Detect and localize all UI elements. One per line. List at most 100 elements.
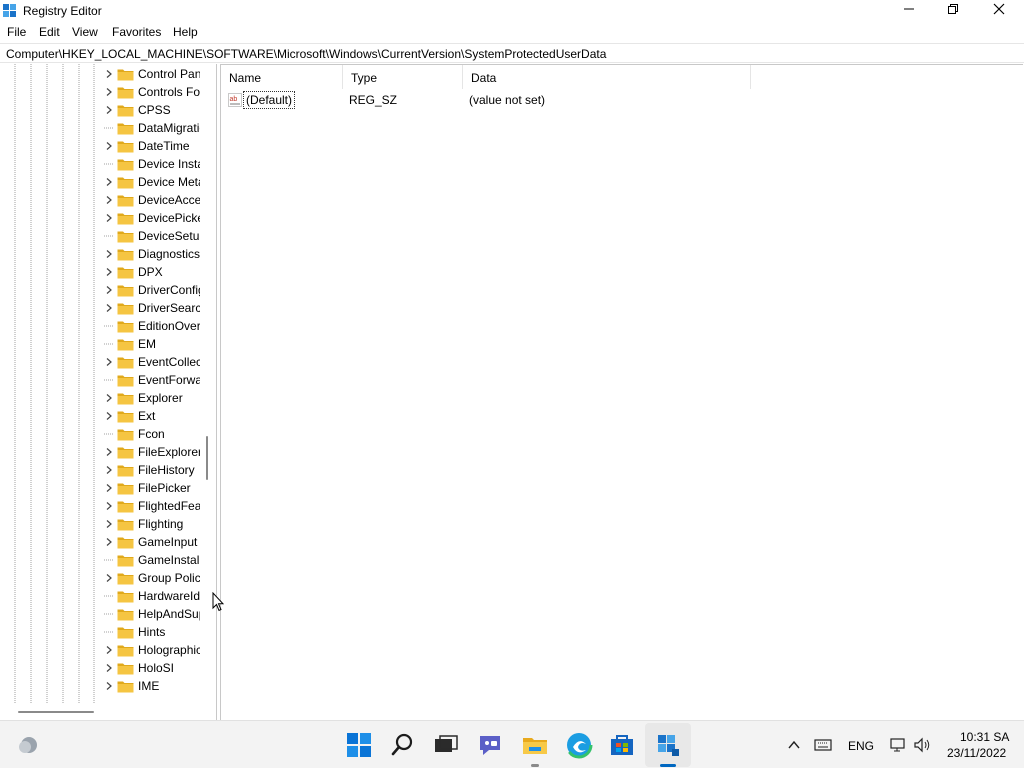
tree-item[interactable]: DriverSearching (0, 299, 200, 317)
tree-item[interactable]: Hints (0, 623, 200, 641)
chevron-right-icon[interactable] (104, 213, 114, 223)
column-header-name[interactable]: Name (221, 65, 343, 89)
tree-item[interactable]: Holographic (0, 641, 200, 659)
chevron-right-icon[interactable] (104, 357, 114, 367)
tree-item[interactable]: HoloSI (0, 659, 200, 677)
task-view-icon[interactable] (432, 731, 460, 759)
network-icon[interactable] (889, 736, 907, 754)
chevron-right-icon[interactable] (104, 519, 114, 529)
column-header-type[interactable]: Type (343, 65, 463, 89)
weather-icon[interactable] (16, 733, 40, 757)
language-indicator[interactable]: ENG (848, 739, 874, 753)
value-row[interactable]: ab (Default) REG_SZ (value not set) (221, 89, 921, 111)
search-icon[interactable] (389, 731, 417, 759)
tree-item[interactable]: DataMigration (0, 119, 200, 137)
chevron-right-icon[interactable] (104, 141, 114, 151)
chevron-right-icon[interactable] (104, 69, 114, 79)
clock-time[interactable]: 10:31 SA (960, 730, 1009, 744)
tree-item[interactable]: Device Installer (0, 155, 200, 173)
tree-item[interactable]: DeviceAccess (0, 191, 200, 209)
chevron-right-icon[interactable] (104, 537, 114, 547)
tree-item[interactable]: Fcon (0, 425, 200, 443)
volume-icon[interactable] (913, 736, 933, 754)
file-explorer-icon[interactable] (521, 731, 549, 759)
tree-item[interactable]: Group Policy (0, 569, 200, 587)
chevron-right-icon[interactable] (104, 285, 114, 295)
tree-item[interactable]: FlightedFeatures (0, 497, 200, 515)
chat-icon[interactable] (476, 731, 504, 759)
tree-item[interactable]: EventForwarding (0, 371, 200, 389)
tree-item[interactable]: IME (0, 677, 200, 695)
tree-item[interactable]: CPSS (0, 101, 200, 119)
key-tree-pane[interactable]: Control Panel Controls Folder CPSS DataMigr… (0, 64, 217, 720)
restore-button[interactable] (930, 0, 976, 22)
close-icon (993, 3, 1005, 15)
column-header-data[interactable]: Data (463, 65, 751, 89)
values-list-pane[interactable]: Name Type Data ab (Default) REG_SZ (valu… (220, 64, 1023, 720)
microsoft-store-icon[interactable] (608, 731, 636, 759)
tree-item[interactable]: FileExplorer (0, 443, 200, 461)
chevron-right-icon[interactable] (104, 645, 114, 655)
tree-item[interactable]: DevicePicker (0, 209, 200, 227)
tree-item[interactable]: EventCollector (0, 353, 200, 371)
keyboard-icon[interactable] (814, 737, 832, 753)
tree-horizontal-scroll-thumb[interactable] (18, 711, 94, 713)
value-name[interactable]: (Default) (243, 91, 296, 109)
menu-file[interactable]: File (7, 25, 26, 39)
tree-item[interactable]: DriverConfiguration (0, 281, 200, 299)
chevron-right-icon[interactable] (104, 303, 114, 313)
tree-item[interactable]: FileHistory (0, 461, 200, 479)
menu-favorites[interactable]: Favorites (112, 25, 161, 39)
folder-icon (117, 339, 134, 351)
address-bar[interactable]: Computer\HKEY_LOCAL_MACHINE\SOFTWARE\Mic… (0, 43, 1024, 63)
chevron-right-icon[interactable] (104, 177, 114, 187)
tree-item[interactable]: EditionOverrides (0, 317, 200, 335)
tree-item[interactable]: EM (0, 335, 200, 353)
folder-icon (117, 321, 134, 333)
chevron-right-icon[interactable] (104, 483, 114, 493)
tree-item[interactable]: Flighting (0, 515, 200, 533)
tree-horizontal-scrollbar[interactable] (0, 704, 216, 720)
menu-view[interactable]: View (72, 25, 98, 39)
tree-item[interactable]: GameInstaller (0, 551, 200, 569)
chevron-up-icon[interactable] (786, 737, 802, 753)
tree-item[interactable]: GameInput (0, 533, 200, 551)
chevron-right-icon[interactable] (104, 87, 114, 97)
chevron-right-icon[interactable] (104, 465, 114, 475)
tree-item[interactable]: Diagnostics (0, 245, 200, 263)
start-button-icon[interactable] (345, 731, 373, 759)
chevron-right-icon[interactable] (104, 393, 114, 403)
folder-icon (117, 141, 134, 153)
tree-item[interactable]: Controls Folder (0, 83, 200, 101)
edge-browser-icon[interactable] (565, 731, 593, 759)
close-button[interactable] (976, 0, 1022, 22)
tree-item[interactable]: Control Panel (0, 65, 200, 83)
tree-item[interactable]: Device Metadata (0, 173, 200, 191)
tree-vertical-scroll-thumb[interactable] (206, 436, 208, 480)
chevron-right-icon[interactable] (104, 249, 114, 259)
tree-item[interactable]: DeviceSetup (0, 227, 200, 245)
tree-item[interactable]: HelpAndSupport (0, 605, 200, 623)
chevron-right-icon[interactable] (104, 663, 114, 673)
registry-editor-taskbar-icon[interactable] (654, 731, 682, 759)
chevron-right-icon[interactable] (104, 681, 114, 691)
chevron-right-icon[interactable] (104, 105, 114, 115)
address-path[interactable]: Computer\HKEY_LOCAL_MACHINE\SOFTWARE\Mic… (6, 47, 606, 61)
taskbar: ENG 10:31 SA 23/11/2022 (0, 720, 1024, 768)
menu-edit[interactable]: Edit (39, 25, 60, 39)
chevron-right-icon[interactable] (104, 501, 114, 511)
clock-date[interactable]: 23/11/2022 (947, 746, 1006, 760)
tree-item[interactable]: HardwareIdentification (0, 587, 200, 605)
chevron-right-icon[interactable] (104, 195, 114, 205)
minimize-button[interactable] (886, 0, 932, 22)
tree-item[interactable]: Explorer (0, 389, 200, 407)
chevron-right-icon[interactable] (104, 267, 114, 277)
menu-help[interactable]: Help (173, 25, 198, 39)
chevron-right-icon[interactable] (104, 447, 114, 457)
tree-item[interactable]: DPX (0, 263, 200, 281)
chevron-right-icon[interactable] (104, 411, 114, 421)
tree-item[interactable]: DateTime (0, 137, 200, 155)
chevron-right-icon[interactable] (104, 573, 114, 583)
tree-item[interactable]: FilePicker (0, 479, 200, 497)
tree-item[interactable]: Ext (0, 407, 200, 425)
